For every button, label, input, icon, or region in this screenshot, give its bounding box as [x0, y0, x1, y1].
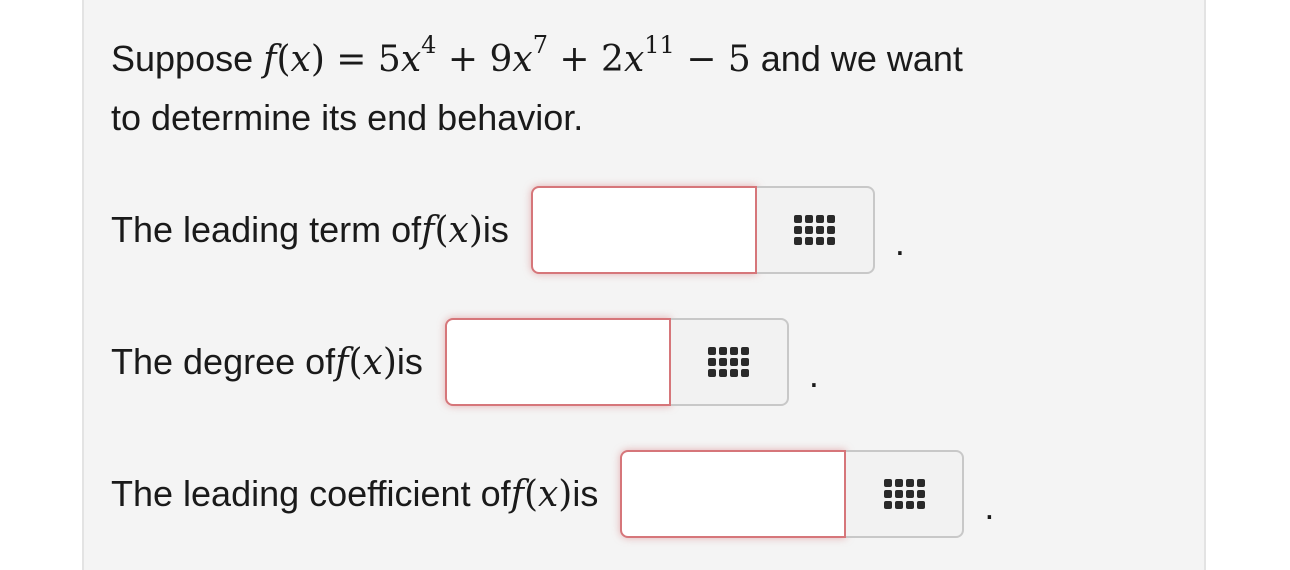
keypad-grid-icon — [794, 215, 836, 245]
question-text: Suppose f(x) = 5x4 + 9x7 + 2x11 − 5 and … — [111, 30, 1181, 147]
math-paren: ( — [523, 473, 538, 515]
leading-term-row: The leading term of f(x) is . — [111, 186, 905, 274]
question-suffix: and we want — [750, 38, 963, 79]
math-constant: 5 — [727, 39, 751, 80]
row-label-suffix: is — [396, 341, 423, 382]
math-coef: 2 — [601, 39, 624, 80]
period: . — [894, 222, 905, 263]
row-label-suffix: is — [572, 473, 599, 514]
period: . — [808, 354, 819, 395]
keypad-button[interactable] — [846, 450, 965, 538]
math-exponent: 7 — [532, 31, 548, 59]
math-x: x — [400, 39, 422, 80]
leading-term-answer — [530, 186, 875, 274]
leading-term-input[interactable] — [530, 186, 757, 274]
math-x: x — [623, 39, 645, 80]
math-exponent: 11 — [644, 31, 675, 59]
math-f: f — [421, 209, 435, 251]
leading-coefficient-row: The leading coefficient of f(x) is . — [111, 450, 994, 538]
row-label-suffix: is — [482, 209, 509, 250]
row-label: The leading coefficient of — [111, 473, 511, 514]
math-x: x — [290, 39, 311, 80]
question-prefix: Suppose — [111, 38, 264, 79]
degree-row: The degree of f(x) is . — [111, 318, 819, 406]
math-minus: − — [674, 39, 728, 80]
math-coef: 9 — [489, 39, 513, 80]
leading-coefficient-answer — [620, 450, 965, 538]
row-label: The leading term of — [111, 209, 422, 250]
math-f: f — [510, 473, 524, 515]
math-coef: 5 — [377, 39, 401, 80]
keypad-button[interactable] — [756, 186, 875, 274]
math-paren: ) — [558, 473, 573, 515]
math-paren: ( — [434, 209, 449, 251]
leading-coefficient-input[interactable] — [620, 450, 847, 538]
keypad-grid-icon — [883, 479, 925, 509]
question-line2: to determine its end behavior. — [111, 97, 584, 138]
math-paren: ) — [382, 341, 397, 383]
math-f: f — [263, 39, 277, 80]
math-plus: + — [436, 39, 490, 80]
period: . — [984, 486, 995, 527]
math-equals: = — [324, 39, 378, 80]
keypad-grid-icon — [708, 347, 750, 377]
math-x: x — [362, 341, 383, 383]
math-x: x — [448, 209, 469, 251]
math-paren: ) — [310, 39, 325, 80]
math-x: x — [537, 473, 559, 515]
math-paren: ( — [276, 39, 291, 80]
math-paren: ( — [348, 341, 363, 383]
math-plus: + — [547, 39, 602, 80]
math-x: x — [512, 39, 533, 80]
degree-input[interactable] — [444, 318, 671, 406]
math-paren: ) — [468, 209, 483, 251]
degree-answer — [444, 318, 789, 406]
math-f: f — [335, 341, 349, 383]
math-exponent: 4 — [421, 31, 437, 59]
keypad-button[interactable] — [670, 318, 789, 406]
row-label: The degree of — [111, 341, 336, 382]
